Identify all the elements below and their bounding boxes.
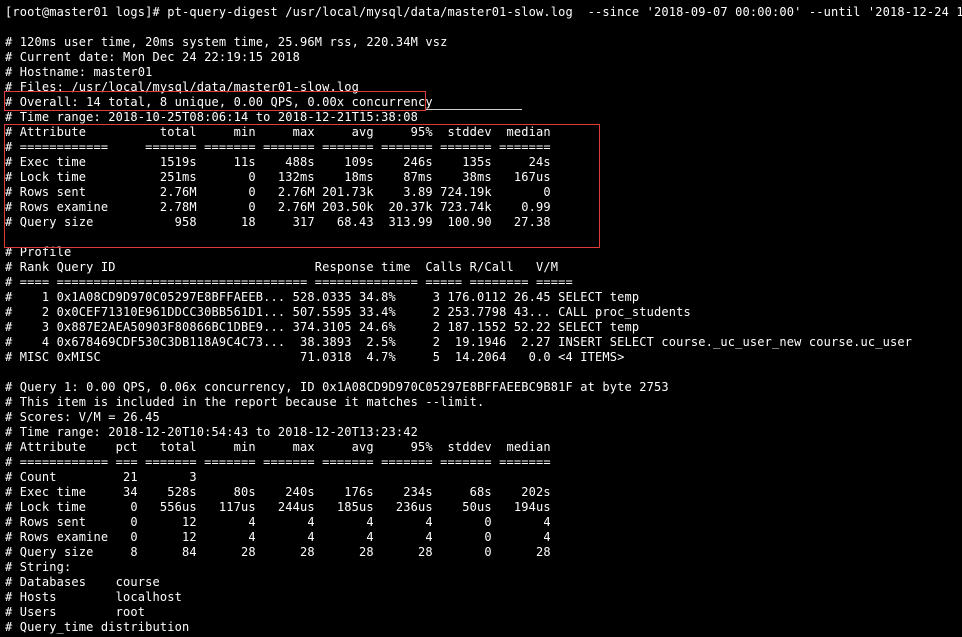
- query-attribute-row: # Rows sent 0 12 4 4 4 4 0 4: [5, 515, 551, 529]
- terminal-output: [root@master01 logs]# pt-query-digest /u…: [5, 5, 962, 635]
- command-line: [root@master01 logs]# pt-query-digest /u…: [5, 5, 962, 19]
- profile-header-line: # Rank Query ID Response time Calls R/Ca…: [5, 260, 559, 274]
- string-section-line: # String:: [5, 560, 72, 574]
- attribute-header-line: # Attribute total min max avg 95% stddev…: [5, 125, 551, 139]
- query-attribute-header-line: # Attribute pct total min max avg 95% st…: [5, 440, 551, 454]
- query-time-range-line: # Time range: 2018-12-20T10:54:43 to 201…: [5, 425, 418, 439]
- profile-row: # MISC 0xMISC 71.0318 4.7% 5 14.2064 0.0…: [5, 350, 625, 364]
- terminal-window[interactable]: [root@master01 logs]# pt-query-digest /u…: [0, 0, 962, 637]
- query-attribute-row: # Exec time 34 528s 80s 240s 176s 234s 6…: [5, 485, 551, 499]
- profile-row: # 2 0x0CEF71310E961DDCC30BB561D1... 507.…: [5, 305, 691, 319]
- resource-usage-line: # 120ms user time, 20ms system time, 25.…: [5, 35, 448, 49]
- hostname-line: # Hostname: master01: [5, 65, 153, 79]
- query-attribute-row: # Lock time 0 556us 117us 244us 185us 23…: [5, 500, 551, 514]
- query-summary-line: # Query 1: 0.00 QPS, 0.06x concurrency, …: [5, 380, 669, 394]
- attribute-row: # Query size 958 18 317 68.43 313.99 100…: [5, 215, 551, 229]
- string-row: # Databases course: [5, 575, 160, 589]
- query-time-distribution-line: # Query_time distribution: [5, 620, 190, 634]
- profile-row: # 1 0x1A08CD9D970C05297E8BFFAEEB... 528.…: [5, 290, 640, 304]
- query-attribute-separator-line: # ============ === ======= ======= =====…: [5, 455, 551, 469]
- overall-line: # Overall: 14 total, 8 unique, 0.00 QPS,…: [5, 95, 433, 109]
- time-range-line: # Time range: 2018-10-25T08:06:14 to 201…: [5, 110, 418, 124]
- query-attribute-row: # Rows examine 0 12 4 4 4 4 0 4: [5, 530, 551, 544]
- string-row: # Hosts localhost: [5, 590, 182, 604]
- profile-separator-line: # ==== =================================…: [5, 275, 573, 289]
- query-note-line: # This item is included in the report be…: [5, 395, 485, 409]
- attribute-row: # Exec time 1519s 11s 488s 109s 246s 135…: [5, 155, 551, 169]
- query-attribute-row: # Count 21 3: [5, 470, 197, 484]
- query-scores-line: # Scores: V/M = 26.45: [5, 410, 160, 424]
- current-date-line: # Current date: Mon Dec 24 22:19:15 2018: [5, 50, 300, 64]
- attribute-row: # Rows sent 2.76M 0 2.76M 201.73k 3.89 7…: [5, 185, 551, 199]
- string-row: # Users root: [5, 605, 146, 619]
- profile-title-line: # Profile: [5, 245, 72, 259]
- attribute-row: # Lock time 251ms 0 132ms 18ms 87ms 38ms…: [5, 170, 551, 184]
- profile-row: # 3 0x887E2AEA50903F80866BC1DBE9... 374.…: [5, 320, 640, 334]
- attribute-row: # Rows examine 2.78M 0 2.76M 203.50k 20.…: [5, 200, 551, 214]
- files-line: # Files: /usr/local/mysql/data/master01-…: [5, 80, 359, 94]
- overall-underline-rule: [426, 109, 522, 110]
- profile-row: # 4 0x678469CDF530C3DB118A9C4C73... 38.3…: [5, 335, 913, 349]
- attribute-separator-line: # ============ ======= ======= ======= =…: [5, 140, 551, 154]
- query-attribute-row: # Query size 8 84 28 28 28 28 0 28: [5, 545, 551, 559]
